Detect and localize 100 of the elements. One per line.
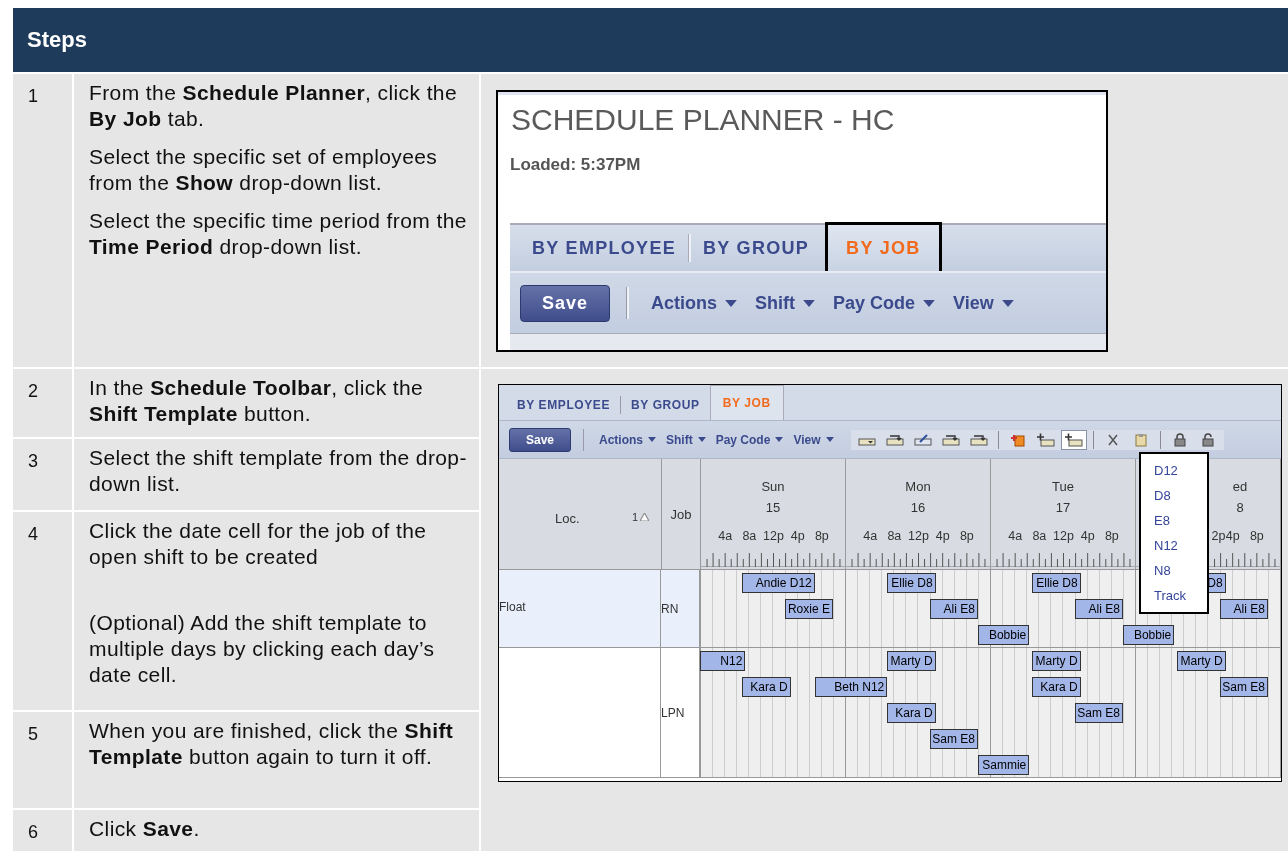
time-label: 8p [1249, 529, 1264, 543]
time-label: 12p [908, 529, 929, 543]
schedule-grid[interactable]: N12 Marty D Marty D Marty D Kara D Beth N12 Kara D Sam E8 Kara D Sam E8 Sam E8 Sammie [700, 648, 1281, 777]
steps-title: Steps [27, 27, 87, 53]
shift-bar[interactable]: Marty D [1032, 651, 1081, 671]
job-name: LPN [661, 705, 685, 720]
shift-bar[interactable]: Beth N12 [814, 677, 888, 697]
column-header[interactable]: Loc. 1 [499, 459, 662, 569]
time-label: 8a [887, 529, 902, 543]
menu-button[interactable]: Pay Code [827, 292, 942, 314]
shift-bar[interactable]: Ali E8 [1219, 599, 1268, 619]
caret-icon [697, 437, 706, 442]
shift-bar[interactable]: Andie D12 [742, 573, 815, 593]
step-number: 2 [28, 381, 38, 401]
caret-icon [775, 437, 784, 442]
shift-bar[interactable]: Ellie D8 [1032, 573, 1081, 593]
day-header[interactable]: Mon 16 4a 8a 12p 4p 8p [846, 459, 991, 569]
caret-icon [1001, 299, 1014, 307]
tab[interactable]: BY GROUP [691, 228, 822, 268]
sort-order: 1 [632, 511, 639, 523]
menu-button[interactable]: Actions [645, 292, 743, 314]
shift-bar[interactable]: Sammie [977, 755, 1030, 775]
caret-icon [803, 299, 815, 307]
menu-button[interactable]: View [790, 432, 837, 447]
menu-item[interactable]: N12 [1141, 533, 1207, 558]
menu-button[interactable]: Actions [596, 432, 659, 447]
add-tray-icon[interactable] [1061, 430, 1086, 449]
shift-bar[interactable]: Sam E8 [929, 729, 978, 749]
time-label: 8p [814, 529, 829, 543]
day-name: Sun [760, 479, 786, 494]
day-date: 16 [909, 500, 927, 515]
menu-item[interactable]: E8 [1141, 508, 1207, 533]
day-date: 15 [764, 500, 782, 515]
time-label: 8p [959, 529, 974, 543]
shift-bar[interactable]: Marty D [887, 651, 936, 671]
time-label: 4a [863, 529, 878, 543]
day-name: Tue [1051, 479, 1075, 494]
shift-bar[interactable]: Bobbie [977, 625, 1030, 645]
time-label: 8a [1032, 529, 1047, 543]
step-number: 6 [28, 822, 38, 842]
job-header: Job [670, 506, 692, 522]
step-instruction: Click Save. [89, 816, 201, 842]
shift-bar[interactable]: N12 [700, 651, 746, 671]
job-name: RN [661, 601, 679, 616]
menu-button[interactable]: Shift [663, 432, 709, 447]
step-instruction: Select the shift template from the drop-down list. [89, 445, 468, 497]
time-label: 4a [718, 529, 733, 543]
save-button[interactable]: Save [520, 284, 610, 322]
step-number: 4 [28, 524, 38, 544]
tab[interactable]: BY GROUP [621, 390, 710, 420]
time-label: 12p [1053, 529, 1074, 543]
shift-bar[interactable]: Ali E8 [929, 599, 978, 619]
sort-ascending-icon [640, 513, 649, 521]
shift-bar[interactable]: Roxie E [784, 599, 833, 619]
shift-bar[interactable]: Sam E8 [1074, 703, 1123, 723]
menu-button[interactable]: Shift [749, 292, 821, 314]
shift-bar[interactable]: Marty D [1177, 651, 1226, 671]
save-button[interactable]: Save [509, 427, 571, 452]
step-instruction: Click the date cell for the job of the open shift to be created [89, 518, 428, 570]
location-cell[interactable]: Float [499, 570, 661, 647]
tab[interactable]: BY EMPLOYEE [507, 390, 621, 420]
shift-bar[interactable]: Ali E8 [1074, 599, 1123, 619]
caret-icon [825, 437, 834, 442]
day-name: Mon [904, 479, 932, 494]
day-name: ed [1231, 479, 1249, 494]
step-instruction: Select the specific time period from the Time Period drop-down list. [89, 208, 468, 260]
loaded-time: Loaded: 5:37PM [510, 155, 642, 175]
menu-button[interactable]: Pay Code [712, 432, 787, 447]
day-date: 8 [1235, 500, 1245, 515]
menu-button[interactable]: View [947, 292, 1020, 314]
step-number: 1 [28, 86, 38, 106]
tab[interactable]: BY EMPLOYEE [520, 228, 688, 268]
shift-bar[interactable]: Bobbie [1122, 625, 1175, 645]
menu-item[interactable]: D8 [1141, 483, 1207, 508]
time-label: 4p [935, 529, 950, 543]
step-instruction: Select the specific set of employees from the Show drop-down list. [89, 144, 439, 196]
shift-bar[interactable]: Sam E8 [1219, 677, 1268, 697]
day-header[interactable]: Tue 17 4a 8a 12p 4p 8p [991, 459, 1136, 569]
time-label: 4p [1080, 529, 1095, 543]
shift-bar[interactable]: Kara D [1032, 677, 1081, 697]
step-instruction: In the Schedule Toolbar, click the Shift Template button. [89, 375, 425, 427]
menu-item[interactable]: D12 [1141, 458, 1207, 483]
column-header[interactable]: Job [662, 459, 701, 569]
caret-icon [648, 437, 656, 442]
menu-item[interactable]: Track [1141, 583, 1207, 608]
time-label: 12p [763, 529, 784, 543]
step-instruction: When you are finished, click the Shift Template button again to turn it off. [89, 718, 455, 770]
caret-icon [923, 299, 936, 307]
shift-bar[interactable]: Kara D [742, 677, 791, 697]
day-date: 17 [1054, 500, 1072, 515]
shift-bar[interactable]: Ellie D8 [887, 573, 936, 593]
step-instruction: (Optional) Add the shift template to multiple days by clicking each day’s date cell. [89, 610, 436, 688]
day-header[interactable]: Sun 15 4a 8a 12p 4p 8p [701, 459, 846, 569]
location-name: Float [499, 600, 526, 614]
step-number: 5 [28, 724, 38, 744]
location-header: Loc. [555, 511, 580, 526]
time-label: 8p [1104, 529, 1119, 543]
shift-bar[interactable]: Kara D [887, 703, 936, 723]
time-label: 8a [742, 529, 757, 543]
time-label: 4p [790, 529, 805, 543]
